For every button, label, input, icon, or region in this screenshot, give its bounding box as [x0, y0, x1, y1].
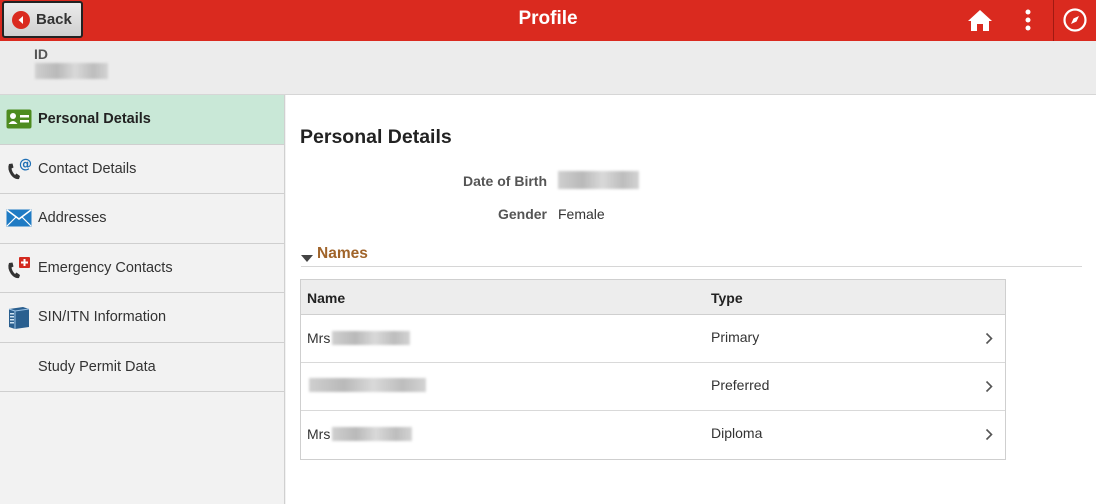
more-vertical-icon[interactable] [1014, 6, 1042, 34]
table-row[interactable]: Mrs Primary [301, 315, 1005, 363]
name-cell [307, 378, 426, 392]
sidebar-item-label: SIN/ITN Information [38, 309, 167, 326]
sidebar-item-label: Contact Details [38, 160, 137, 177]
envelope-icon [0, 194, 38, 243]
sidebar-item-personal-details[interactable]: Personal Details [0, 95, 284, 145]
type-cell: Preferred [711, 377, 770, 393]
name-redacted [332, 427, 413, 441]
sidebar-item-addresses[interactable]: Addresses [0, 194, 284, 244]
chevron-right-icon [985, 380, 993, 396]
id-bar: ID [0, 41, 1096, 95]
name-cell: Mrs [307, 426, 413, 442]
name-prefix: Mrs [307, 330, 331, 346]
name-redacted [309, 378, 426, 392]
chevron-right-icon [985, 332, 993, 348]
dob-value-redacted [558, 171, 639, 189]
id-card-icon [0, 95, 38, 144]
page-title: Profile [518, 8, 578, 29]
home-icon[interactable] [966, 6, 994, 34]
sidebar-item-sin-itn-information[interactable]: SIN/ITN Information [0, 293, 284, 343]
id-label: ID [34, 46, 48, 62]
phone-email-icon: @ [0, 145, 38, 194]
sidebar-item-label: Emergency Contacts [38, 259, 173, 276]
back-button[interactable]: Back [2, 1, 83, 38]
column-header-name: Name [307, 290, 346, 306]
blank-icon [0, 343, 38, 392]
arrow-left-icon [12, 10, 30, 29]
gender-value: Female [558, 206, 605, 222]
server-icon [0, 293, 38, 342]
sidebar-item-label: Study Permit Data [38, 358, 156, 375]
caret-down-icon [301, 250, 313, 266]
sidebar: Personal Details @ Contact Details Addre… [0, 95, 285, 504]
sidebar-item-study-permit-data[interactable]: Study Permit Data [0, 343, 284, 392]
sidebar-item-label: Addresses [38, 210, 107, 227]
id-value-redacted [35, 63, 108, 79]
sidebar-item-emergency-contacts[interactable]: Emergency Contacts [0, 244, 284, 293]
app-header: Back Profile [0, 0, 1096, 41]
name-prefix: Mrs [307, 426, 331, 442]
header-divider [1053, 0, 1054, 41]
names-grid: Name Type Mrs Primary Preferred Mrs Dipl… [300, 279, 1006, 460]
table-row[interactable]: Mrs Diploma [301, 411, 1005, 459]
sidebar-item-label: Personal Details [38, 111, 151, 128]
svg-text:@: @ [19, 157, 32, 172]
dob-label: Date of Birth [463, 173, 547, 189]
column-header-type: Type [711, 290, 743, 306]
names-collapsible-header[interactable]: Names [301, 245, 1082, 267]
name-redacted [332, 331, 411, 345]
grid-header: Name Type [301, 280, 1005, 315]
navbar-compass-icon[interactable] [1061, 6, 1089, 34]
sidebar-item-contact-details[interactable]: @ Contact Details [0, 145, 284, 194]
main-content: Personal Details Date of Birth Gender Fe… [286, 95, 1096, 504]
name-cell: Mrs [307, 330, 411, 346]
gender-label: Gender [497, 206, 547, 222]
names-section-label: Names [317, 245, 368, 262]
type-cell: Primary [711, 329, 760, 345]
type-cell: Diploma [711, 425, 763, 441]
back-label: Back [36, 11, 72, 28]
table-row[interactable]: Preferred [301, 363, 1005, 411]
phone-medical-icon [0, 244, 38, 293]
chevron-right-icon [985, 428, 993, 444]
section-title: Personal Details [300, 126, 452, 148]
